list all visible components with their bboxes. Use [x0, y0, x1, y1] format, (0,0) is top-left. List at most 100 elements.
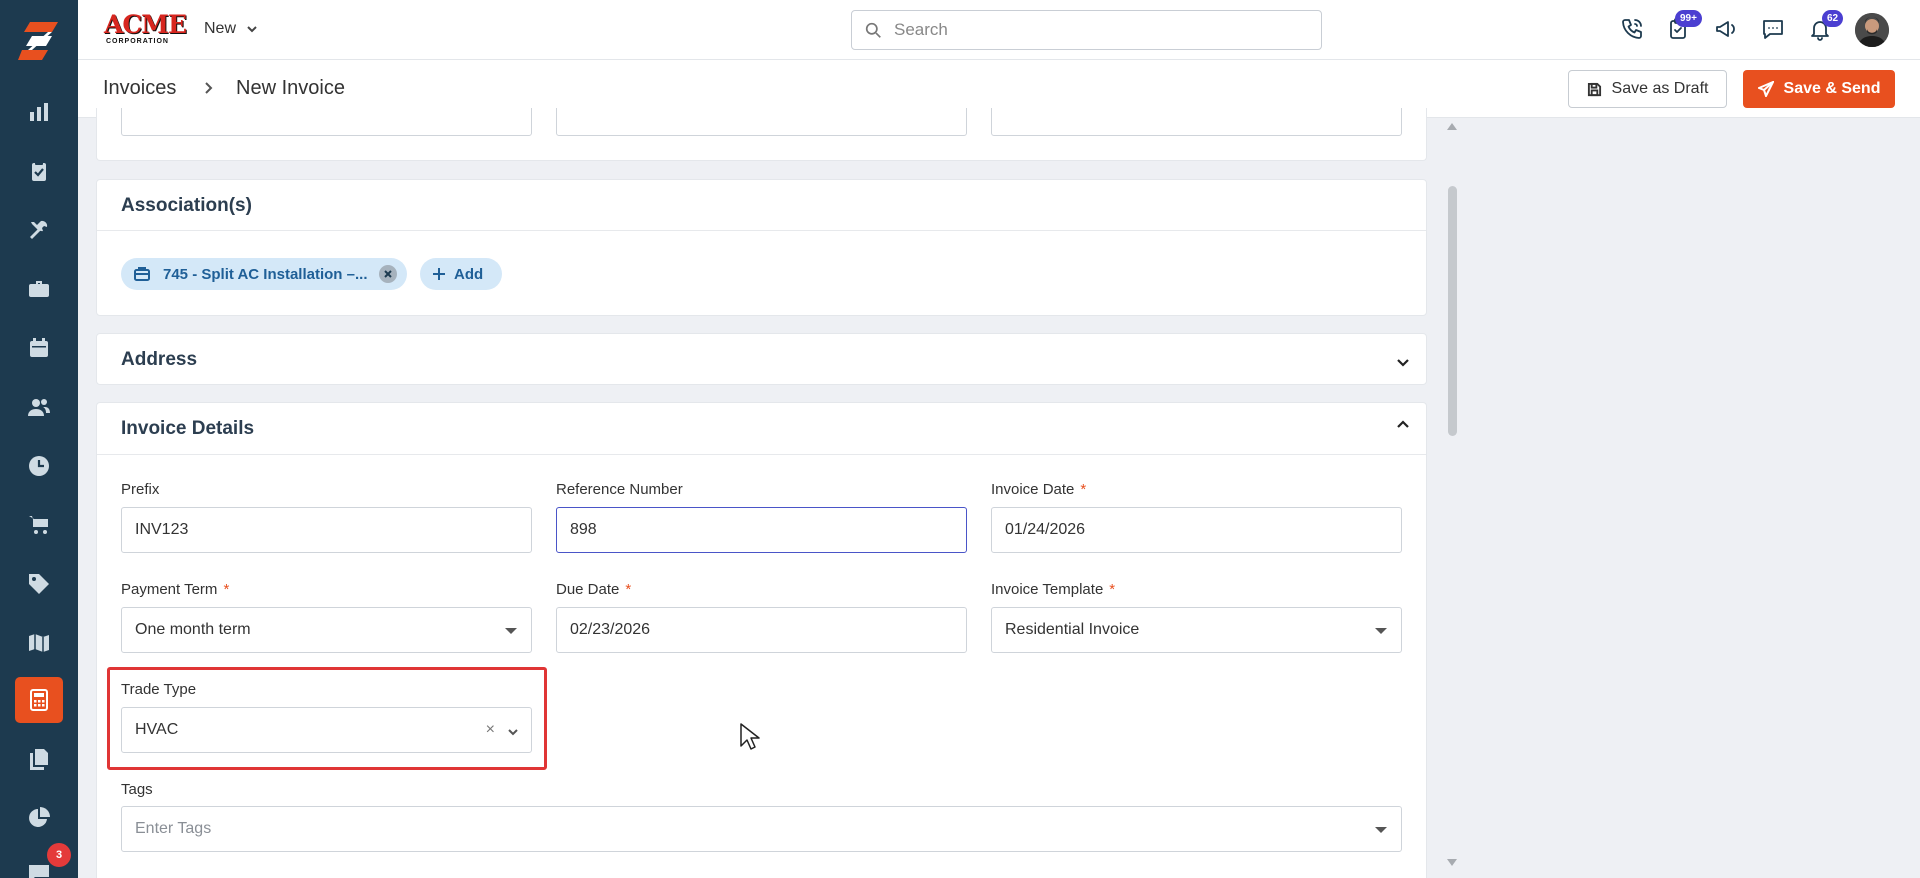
reference-number-label: Reference Number [556, 481, 683, 498]
scrollbar[interactable] [1442, 118, 1462, 878]
sidebar-item-pricebook[interactable] [15, 561, 63, 607]
sidebar-item-shop[interactable] [15, 502, 63, 548]
chevron-down-icon[interactable] [1395, 354, 1411, 370]
user-avatar[interactable] [1855, 13, 1889, 47]
invoice-details-title: Invoice Details [121, 418, 255, 439]
associations-section: Association(s) 745 - Split AC Installati… [96, 179, 1427, 316]
sidebar-item-analytics[interactable] [15, 795, 63, 841]
scroll-up-arrow-icon[interactable] [1447, 123, 1457, 130]
sidebar-item-reports[interactable] [15, 89, 63, 135]
reference-number-value: 898 [570, 521, 597, 538]
payment-term-value: One month term [135, 621, 251, 638]
payment-term-select[interactable]: One month term [121, 607, 532, 653]
tags-placeholder: Enter Tags [135, 820, 212, 837]
briefcase-icon [29, 281, 49, 297]
search-box[interactable] [851, 10, 1322, 50]
close-icon [384, 270, 392, 278]
app-logo-icon[interactable] [18, 20, 60, 64]
sidebar-item-timesheet[interactable] [15, 443, 63, 489]
invoice-template-label-text: Invoice Template [991, 581, 1104, 598]
calendar-icon [30, 338, 48, 357]
invoice-template-label: Invoice Template * [991, 581, 1115, 598]
email-field[interactable] [991, 108, 1402, 136]
prefix-label: Prefix [121, 481, 160, 498]
remove-association-button[interactable] [379, 265, 397, 283]
association-chip-label: 745 - Split AC Installation –... [163, 265, 368, 283]
required-asterisk: * [1080, 481, 1087, 498]
tags-input[interactable]: Enter Tags [121, 806, 1402, 852]
sidebar-item-documents[interactable] [15, 736, 63, 782]
sidebar-item-invoices[interactable] [15, 677, 63, 723]
due-date-label: Due Date * [556, 581, 631, 598]
phone-icon[interactable] [1618, 15, 1646, 43]
send-icon [1757, 81, 1774, 97]
clock-icon [29, 456, 49, 476]
invoice-details-section: Invoice Details Prefix INV123 Reference … [96, 402, 1427, 878]
users-icon [28, 399, 50, 416]
payment-term-label-text: Payment Term [121, 581, 218, 598]
pie-chart-icon [29, 807, 50, 827]
tags-label: Tags [121, 781, 153, 798]
add-association-button[interactable]: Add [420, 258, 502, 290]
tag-icon [29, 574, 49, 594]
sidebar-item-tools[interactable] [15, 207, 63, 253]
chevron-right-icon [201, 81, 215, 95]
due-date-label-text: Due Date [556, 581, 620, 598]
invoice-date-value: 01/24/2026 [1005, 521, 1086, 538]
tasks-badge: 99+ [1675, 10, 1702, 27]
required-asterisk: * [1109, 581, 1116, 598]
address-title: Address [121, 349, 198, 370]
map-icon [29, 634, 49, 653]
cart-icon [29, 516, 48, 534]
floppy-disk-icon [1587, 82, 1601, 96]
chevron-up-icon[interactable] [1395, 417, 1411, 433]
invoice-date-label-text: Invoice Date [991, 481, 1075, 498]
address-section[interactable]: Address [96, 333, 1427, 385]
reference-number-input[interactable]: 898 [556, 507, 967, 553]
scroll-thumb[interactable] [1448, 186, 1457, 436]
chat-icon [29, 865, 49, 878]
brand-logo[interactable]: ACME CORPORATION [104, 12, 187, 46]
bar-chart-icon [30, 103, 48, 121]
sidebar-item-calendar[interactable] [15, 325, 63, 371]
save-and-send-label: Save & Send [1783, 80, 1881, 97]
chevron-down-icon [247, 26, 257, 33]
message-icon[interactable] [1759, 15, 1787, 43]
search-input[interactable] [894, 11, 1314, 49]
caret-down-icon [505, 628, 517, 634]
association-chip[interactable]: 745 - Split AC Installation –... [121, 258, 407, 290]
scroll-down-arrow-icon[interactable] [1447, 859, 1457, 866]
prefix-input[interactable]: INV123 [121, 507, 532, 553]
contact-field[interactable] [556, 108, 967, 136]
sidebar-item-customers[interactable] [15, 384, 63, 430]
invoice-template-select[interactable]: Residential Invoice [991, 607, 1402, 653]
save-as-draft-button[interactable]: Save as Draft [1568, 70, 1727, 108]
divider [97, 454, 1426, 455]
tools-icon [30, 220, 48, 239]
required-asterisk: * [625, 581, 632, 598]
invoice-date-label: Invoice Date * [991, 481, 1086, 498]
clipboard-check-icon [32, 161, 46, 181]
page-title: New Invoice [236, 77, 345, 99]
due-date-input[interactable]: 02/23/2026 [556, 607, 967, 653]
customer-field[interactable] [121, 108, 532, 136]
documents-icon [30, 749, 48, 770]
briefcase-icon [134, 267, 150, 281]
search-icon [865, 22, 881, 38]
invoice-date-input[interactable]: 01/24/2026 [991, 507, 1402, 553]
save-as-draft-label: Save as Draft [1611, 80, 1709, 97]
add-association-label: Add [454, 265, 484, 283]
new-menu-button[interactable]: New [204, 20, 258, 38]
prefix-value: INV123 [135, 521, 189, 538]
sidebar-item-jobs[interactable] [15, 266, 63, 312]
save-and-send-button[interactable]: Save & Send [1743, 70, 1895, 108]
trade-type-highlight [107, 667, 547, 770]
sidebar-item-tasks[interactable] [15, 148, 63, 194]
sidebar-item-map[interactable] [15, 620, 63, 666]
due-date-value: 02/23/2026 [570, 621, 651, 638]
caret-down-icon [1375, 628, 1387, 634]
breadcrumb-invoices-link[interactable]: Invoices [103, 77, 176, 100]
megaphone-icon[interactable] [1712, 15, 1740, 43]
payment-term-label: Payment Term * [121, 581, 229, 598]
required-asterisk: * [223, 581, 230, 598]
